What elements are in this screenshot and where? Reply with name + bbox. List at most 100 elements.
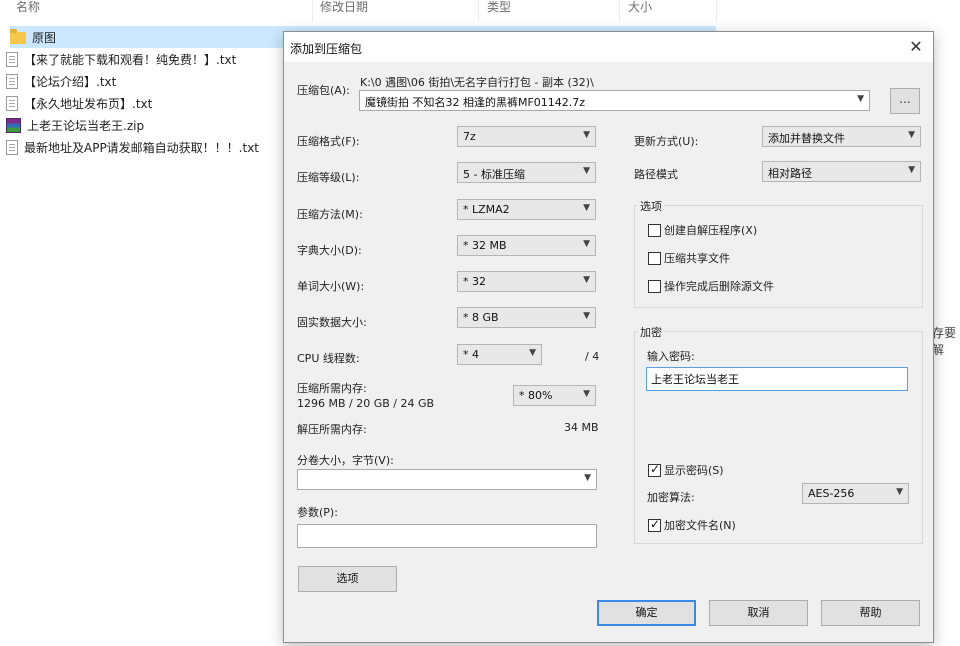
- txt-file-icon: [6, 139, 18, 155]
- chevron-down-icon: ▼: [896, 487, 903, 497]
- dialog-titlebar[interactable]: 添加到压缩包 ✕: [284, 32, 933, 62]
- format-select[interactable]: 7z ▼: [457, 126, 596, 147]
- sfx-checkbox-label: 创建自解压程序(X): [664, 224, 758, 237]
- column-modified[interactable]: 修改日期: [320, 0, 368, 20]
- checkbox-box: [648, 279, 661, 293]
- mem-comp-detail: 1296 MB / 20 GB / 24 GB: [297, 397, 435, 410]
- archive-label: 压缩包(A):: [297, 84, 350, 97]
- checkbox-box: [648, 223, 661, 237]
- cancel-button[interactable]: 取消: [709, 600, 808, 626]
- cpu-label: CPU 线程数:: [297, 352, 360, 365]
- mem-comp-value: * 80%: [519, 389, 553, 402]
- chevron-down-icon: ▼: [584, 473, 591, 483]
- encrypt-names-label: 加密文件名(N): [664, 519, 736, 532]
- encryption-group-title: 加密: [638, 324, 664, 340]
- solid-label: 固实数据大小:: [297, 316, 367, 329]
- cpu-threads-value: * 4: [463, 348, 479, 361]
- delete-after-checkbox[interactable]: 操作完成后删除源文件: [648, 278, 774, 294]
- path-mode-select[interactable]: 相对路径 ▼: [762, 161, 921, 182]
- chevron-down-icon: ▼: [857, 94, 864, 104]
- chevron-down-icon: ▼: [583, 130, 590, 140]
- help-button[interactable]: 帮助: [821, 600, 920, 626]
- file-row[interactable]: 【永久地址发布页】.txt: [6, 92, 152, 114]
- column-type[interactable]: 类型: [487, 0, 511, 20]
- solid-select[interactable]: * 8 GB ▼: [457, 307, 596, 328]
- encrypt-names-checkbox[interactable]: 加密文件名(N): [648, 517, 736, 533]
- column-name[interactable]: 名称: [16, 0, 40, 20]
- password-input-field[interactable]: [647, 368, 907, 390]
- show-password-checkbox[interactable]: 显示密码(S): [648, 462, 724, 478]
- file-row[interactable]: 【论坛介绍】.txt: [6, 70, 116, 92]
- chevron-down-icon: ▼: [908, 130, 915, 140]
- file-name: 上老王论坛当老王.zip: [27, 118, 145, 133]
- method-label: 压缩方法(M):: [297, 208, 363, 221]
- format-label: 压缩格式(F):: [297, 135, 360, 148]
- explorer-clipped-text: 存要解: [932, 326, 957, 357]
- chevron-down-icon: ▼: [583, 239, 590, 249]
- split-label: 分卷大小，字节(V):: [297, 454, 394, 467]
- mem-comp-label: 压缩所需内存:: [297, 382, 367, 395]
- show-password-label: 显示密码(S): [664, 464, 724, 477]
- chevron-down-icon: ▼: [908, 165, 915, 175]
- mem-decomp-label: 解压所需内存:: [297, 423, 367, 436]
- checkbox-box-checked: [648, 517, 661, 532]
- sfx-checkbox[interactable]: 创建自解压程序(X): [648, 222, 757, 238]
- delete-after-checkbox-label: 操作完成后删除源文件: [664, 280, 774, 293]
- checkbox-box-checked: [648, 462, 661, 477]
- update-mode-value: 添加并替换文件: [768, 132, 845, 145]
- archive-name-value: 魔镜街拍 不知名32 相逢的黑裤MF01142.7z: [365, 96, 586, 109]
- dialog-title: 添加到压缩包: [290, 42, 363, 56]
- chevron-down-icon: ▼: [583, 275, 590, 285]
- file-name: 【来了就能下载和观看！纯免费！】.txt: [24, 52, 237, 67]
- update-label: 更新方式(U):: [634, 135, 699, 148]
- mem-decomp-value: 34 MB: [564, 421, 599, 434]
- chevron-down-icon: ▼: [583, 389, 590, 399]
- column-separator: [619, 0, 620, 22]
- column-size[interactable]: 大小: [628, 0, 652, 20]
- level-label: 压缩等级(L):: [297, 171, 360, 184]
- options-group-title: 选项: [638, 198, 664, 214]
- cpu-threads-select[interactable]: * 4 ▼: [457, 344, 542, 365]
- split-size-combo[interactable]: ▼: [297, 469, 597, 490]
- zip-file-icon: [6, 117, 21, 133]
- word-label: 单词大小(W):: [297, 280, 365, 293]
- path-mode-label: 路径模式: [634, 168, 678, 181]
- path-mode-value: 相对路径: [768, 167, 812, 180]
- mem-comp-select[interactable]: * 80% ▼: [513, 385, 596, 406]
- method-select[interactable]: * LZMA2 ▼: [457, 199, 596, 220]
- options-button[interactable]: 选项: [298, 566, 397, 592]
- shared-files-checkbox-label: 压缩共享文件: [664, 252, 730, 265]
- explorer-column-header: 名称 修改日期 类型 大小: [0, 0, 960, 22]
- word-select[interactable]: * 32 ▼: [457, 271, 596, 292]
- password-label: 输入密码:: [647, 350, 695, 363]
- column-separator: [478, 0, 479, 22]
- password-input[interactable]: [646, 367, 908, 391]
- dict-select[interactable]: * 32 MB ▼: [457, 235, 596, 256]
- encryption-method-value: AES-256: [808, 487, 855, 500]
- params-label: 参数(P):: [297, 506, 338, 519]
- browse-button[interactable]: ...: [890, 88, 920, 114]
- chevron-down-icon: ▼: [583, 203, 590, 213]
- file-row[interactable]: 【来了就能下载和观看！纯免费！】.txt: [6, 48, 236, 70]
- file-name: 最新地址及APP请发邮箱自动获取！！！.txt: [24, 140, 260, 155]
- archive-name-combo[interactable]: 魔镜街拍 不知名32 相逢的黑裤MF01142.7z ▼: [359, 90, 870, 111]
- update-mode-select[interactable]: 添加并替换文件 ▼: [762, 126, 921, 147]
- file-row[interactable]: 最新地址及APP请发邮箱自动获取！！！.txt: [6, 136, 259, 158]
- file-name: 【论坛介绍】.txt: [24, 74, 117, 89]
- chevron-down-icon: ▼: [583, 166, 590, 176]
- file-name: 原图: [32, 30, 57, 45]
- file-row[interactable]: 上老王论坛当老王.zip: [6, 114, 144, 136]
- txt-file-icon: [6, 95, 18, 111]
- column-separator: [716, 0, 717, 22]
- chevron-down-icon: ▼: [529, 348, 536, 358]
- encryption-method-select[interactable]: AES-256 ▼: [802, 483, 909, 504]
- params-input[interactable]: [297, 524, 597, 548]
- folder-icon: [10, 29, 26, 44]
- ok-button[interactable]: 确定: [597, 600, 696, 626]
- shared-files-checkbox[interactable]: 压缩共享文件: [648, 250, 730, 266]
- method-value: * LZMA2: [463, 203, 510, 216]
- cpu-threads-max: / 4: [585, 350, 600, 363]
- close-button[interactable]: ✕: [905, 36, 927, 58]
- level-select[interactable]: 5 - 标准压缩 ▼: [457, 162, 596, 183]
- params-input-field[interactable]: [298, 525, 596, 547]
